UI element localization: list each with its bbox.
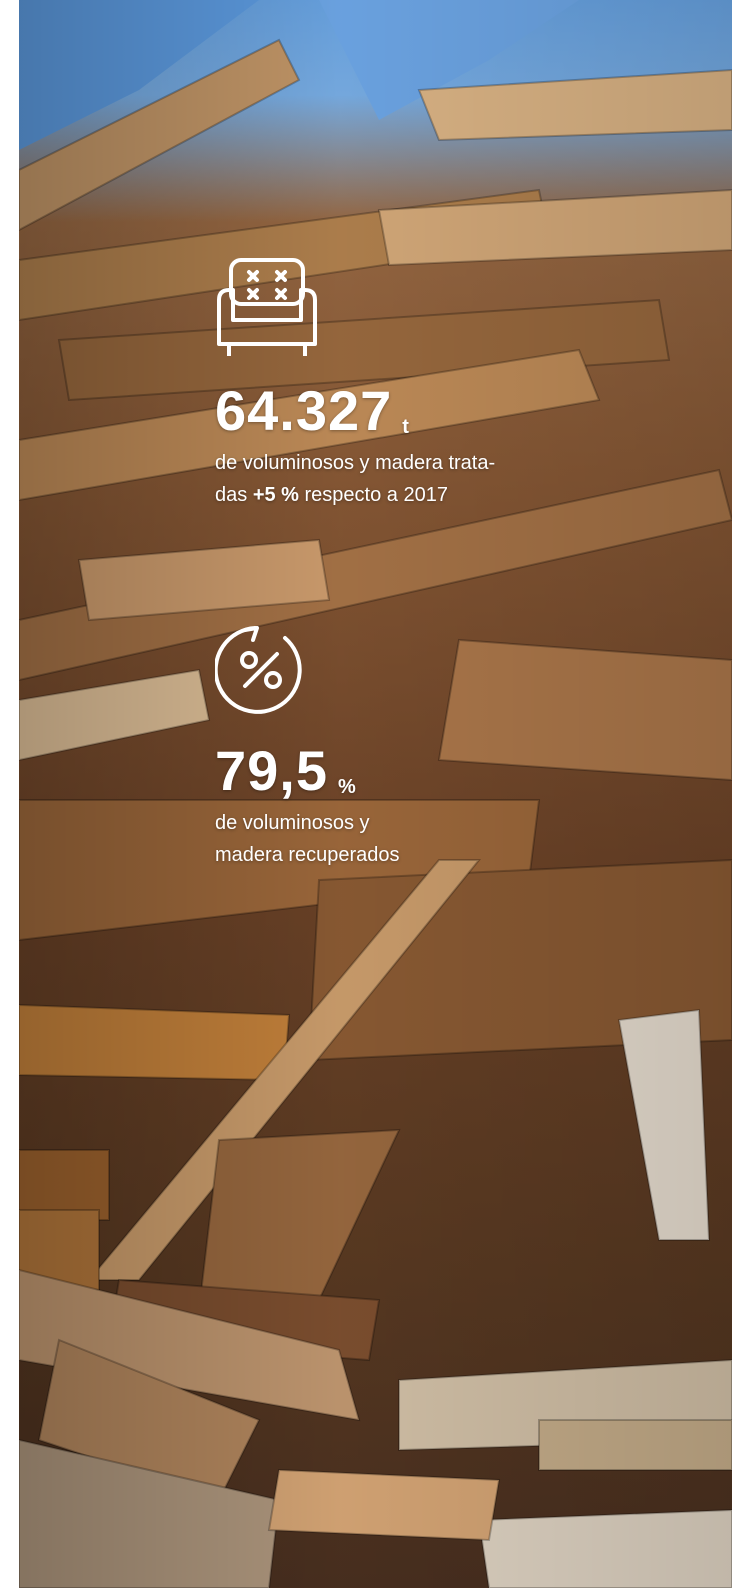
stat-bulky-waste-recovered: 79,5 % de voluminosos y madera recuperad…	[213, 622, 575, 871]
stat-value: 64.327	[215, 379, 393, 442]
stat-figure: 64.327 t	[215, 383, 575, 439]
stat-description-line2: das +5 % respecto a 2017	[215, 479, 575, 511]
stat-value: 79,5	[215, 739, 328, 802]
page: 64.327 t de voluminosos y madera trata- …	[0, 0, 732, 1588]
stat-description-prefix: das	[215, 484, 253, 506]
stat-description: de voluminosos y madera trata- das +5 % …	[215, 447, 575, 511]
stat-description: de voluminosos y madera recuperados	[215, 807, 575, 871]
armchair-icon	[217, 258, 317, 356]
stat-description-line1: de voluminosos y	[215, 812, 370, 834]
stat-figure: 79,5 %	[215, 743, 575, 799]
stat-description-line1: de voluminosos y madera trata-	[215, 452, 496, 474]
stat-unit: %	[338, 776, 356, 798]
stat-description-suffix: respecto a 2017	[298, 484, 448, 506]
stat-change-badge: +5 %	[252, 484, 299, 506]
stat-unit: t	[402, 416, 409, 438]
percent-cycle-icon	[213, 626, 302, 714]
stat-bulky-waste-treated: 64.327 t de voluminosos y madera trata- …	[215, 256, 575, 511]
stat-description-line2: madera recuperados	[215, 844, 400, 866]
